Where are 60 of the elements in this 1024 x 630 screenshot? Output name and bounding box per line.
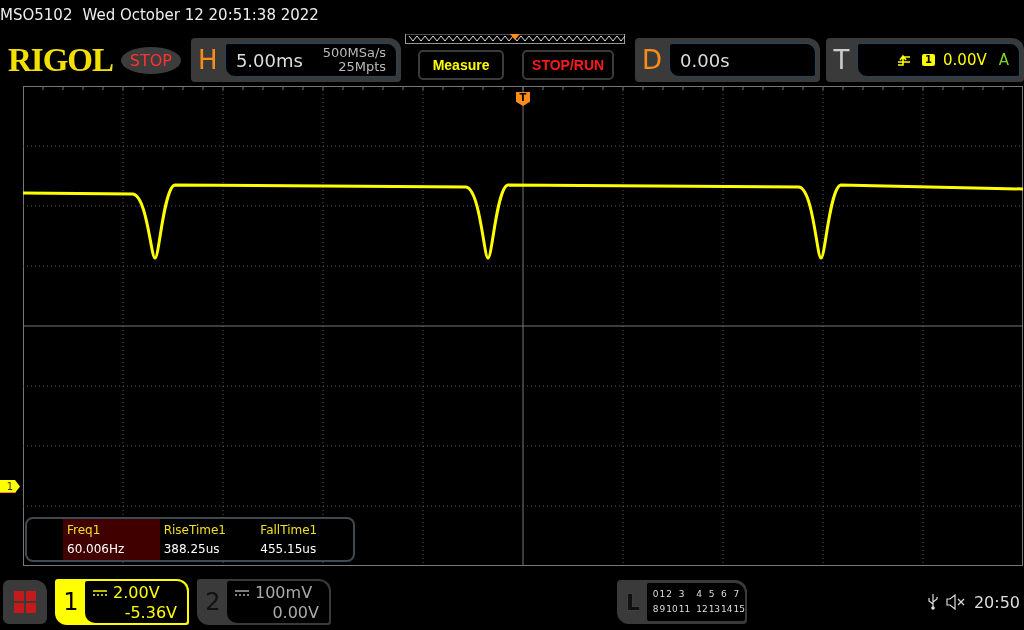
delay-panel[interactable]: D 0.00s bbox=[635, 38, 820, 82]
channel-number: 1 bbox=[62, 587, 80, 618]
brand-logo: RIGOL bbox=[8, 41, 115, 79]
usb-icon bbox=[927, 594, 938, 610]
measurement-value: 455.15us bbox=[260, 540, 318, 558]
digital-channel-number: 13 bbox=[708, 603, 721, 616]
digital-channel-number: 10 bbox=[666, 603, 678, 616]
digital-channel-number: 3 bbox=[678, 588, 686, 601]
digital-channel-number: 6 bbox=[721, 588, 728, 601]
digital-channel-number: 5 bbox=[708, 588, 716, 601]
vertical-scale: 100mV bbox=[255, 583, 313, 603]
vertical-offset: 0.00V bbox=[272, 603, 319, 623]
vertical-offset: -5.36V bbox=[124, 603, 177, 623]
channel-panel[interactable]: 1 2.00V -5.36V bbox=[55, 579, 189, 625]
rising-edge-icon bbox=[898, 53, 911, 67]
trigger-label: T bbox=[832, 45, 851, 75]
menu-button[interactable] bbox=[3, 580, 47, 624]
measurement-value: 388.25us bbox=[163, 540, 221, 558]
dc-coupling-icon bbox=[93, 590, 107, 596]
measure-button[interactable]: Measure bbox=[418, 50, 505, 80]
delay-label: D bbox=[641, 45, 664, 75]
clock-time: 20:50 bbox=[973, 592, 1020, 612]
memory-depth: 25Mpts bbox=[338, 60, 387, 74]
model-name: MSO5102 bbox=[0, 6, 73, 24]
digital-channel-number: 4 bbox=[696, 588, 703, 601]
digital-channel-number: 2 bbox=[666, 588, 673, 601]
trigger-level: 0.00V bbox=[943, 51, 987, 69]
digital-channel-number: 8 bbox=[652, 603, 659, 616]
trigger-source-badge: 1 bbox=[922, 54, 936, 66]
digital-channel-number: 9 bbox=[659, 603, 666, 616]
digital-channel-number: 7 bbox=[733, 588, 741, 601]
measurement-item[interactable]: Freq1 60.006Hz bbox=[63, 519, 160, 560]
digital-channel-number: 15 bbox=[733, 603, 745, 616]
digital-channel-number: 1 bbox=[659, 588, 666, 601]
dc-coupling-icon bbox=[235, 590, 249, 596]
grid-icon bbox=[14, 591, 36, 613]
measurement-name: RiseTime1 bbox=[163, 521, 227, 539]
measurement-item[interactable]: FallTime1 455.15us bbox=[256, 519, 353, 560]
horizontal-label: H bbox=[197, 45, 219, 75]
digital-channel-number: 14 bbox=[721, 603, 733, 616]
digital-channel-number: 0 bbox=[652, 588, 659, 601]
date-time: Wed October 12 20:51:38 2022 bbox=[82, 6, 319, 24]
timebase-value: 5.00ms bbox=[235, 49, 303, 71]
stop-run-button[interactable]: STOP/RUN bbox=[522, 50, 615, 80]
delay-value: 0.00s bbox=[680, 49, 730, 71]
trigger-mode: A bbox=[998, 51, 1009, 69]
measurement-item[interactable]: RiseTime1 388.25us bbox=[159, 519, 257, 560]
trigger-panel[interactable]: T 1 0.00V A bbox=[826, 38, 1024, 82]
measurement-value: 60.006Hz bbox=[67, 540, 126, 558]
speaker-muted-icon[interactable] bbox=[945, 594, 966, 610]
measurement-name: Freq1 bbox=[67, 521, 102, 539]
digital-channel-number: 12 bbox=[696, 603, 708, 616]
vertical-scale: 2.00V bbox=[113, 583, 160, 603]
trigger-position-marker[interactable]: T bbox=[516, 92, 530, 106]
sample-rate: 500MSa/s bbox=[322, 46, 387, 60]
horizontal-panel[interactable]: H 5.00ms 500MSa/s 25Mpts bbox=[190, 38, 402, 82]
channel-offset-marker[interactable]: 1 bbox=[0, 480, 20, 493]
run-status-badge: STOP bbox=[120, 46, 181, 74]
digital-channel-number: 11 bbox=[678, 603, 691, 616]
measurement-name: FallTime1 bbox=[260, 521, 319, 539]
